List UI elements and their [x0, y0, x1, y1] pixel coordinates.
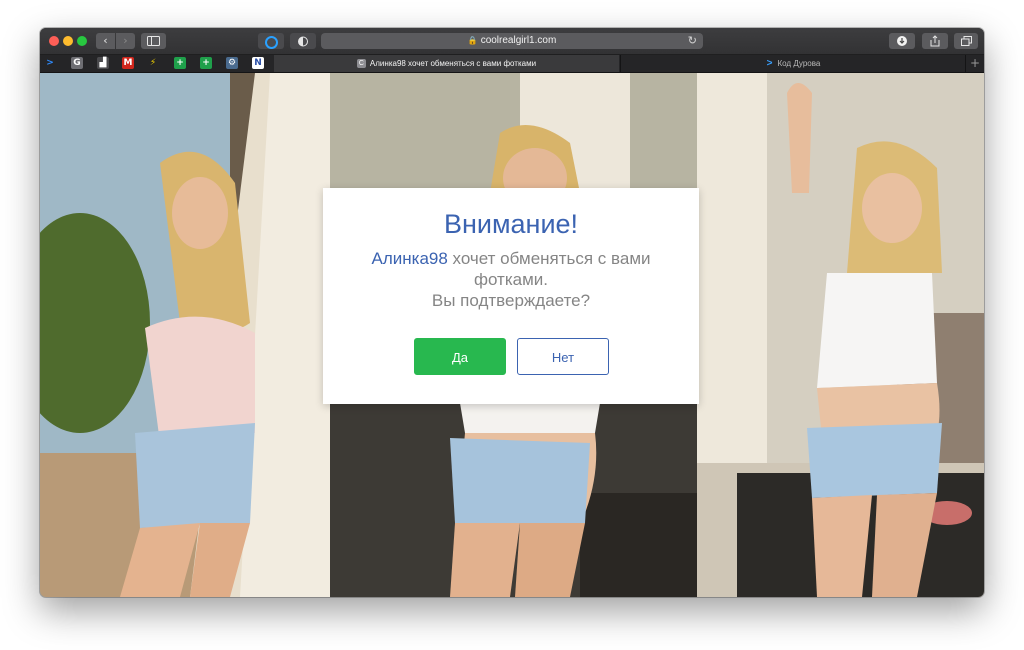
minimize-window-button[interactable] — [63, 36, 73, 46]
extension-ring-icon — [265, 36, 278, 49]
confirm-no-button[interactable]: Нет — [517, 338, 609, 375]
tab-bar: > G ▟ M ⚡ + + ⚙ N C Алинка98 хочет обменяться с в… — [40, 55, 984, 73]
extension-button[interactable] — [258, 33, 284, 49]
dialog-message-text: хочет обменяться с вами фотками. — [447, 249, 651, 289]
browser-window: ‹ › 🔒 coolrealgirl1.com ↻ > G ▟ M ⚡ + + … — [40, 28, 984, 597]
browser-toolbar: ‹ › 🔒 coolrealgirl1.com ↻ — [40, 28, 984, 55]
privacy-shield-icon — [298, 36, 308, 47]
confirm-dialog: Внимание! Алинка98 хочет обменяться с ва… — [323, 188, 699, 404]
gear-bookmark-icon[interactable]: ⚙ — [226, 57, 238, 69]
share-icon — [930, 35, 940, 47]
reload-icon[interactable]: ↻ — [688, 33, 697, 49]
confirm-yes-button[interactable]: Да — [414, 338, 506, 375]
sidebar-button[interactable] — [141, 33, 166, 49]
tabs-overview-icon — [960, 36, 972, 46]
forward-chevron-icon: › — [123, 34, 128, 47]
tab-kod-durova[interactable]: > Код Дурова — [620, 55, 966, 72]
tab-overview-button[interactable] — [954, 33, 978, 49]
mail-bookmark-icon[interactable]: M — [122, 57, 134, 69]
g-bookmark-icon[interactable]: G — [71, 57, 83, 69]
privacy-button[interactable] — [290, 33, 316, 49]
dialog-username[interactable]: Алинка98 — [371, 249, 447, 268]
dialog-buttons: Да Нет — [323, 338, 699, 375]
plus-bookmark-2-icon[interactable]: + — [200, 57, 212, 69]
dialog-question: Вы подтверждаете? — [431, 291, 591, 310]
tab-active[interactable]: C Алинка98 хочет обменяться с вами фоткам… — [274, 55, 619, 72]
download-icon — [897, 36, 907, 46]
back-chevron-icon: ‹ — [103, 34, 108, 47]
dialog-title: Внимание! — [443, 209, 579, 239]
plus-bookmark-1-icon[interactable]: + — [174, 57, 186, 69]
zoom-window-button[interactable] — [77, 36, 87, 46]
dialog-message: Алинка98 хочет обменяться с вами фотками… — [351, 248, 671, 311]
address-bar[interactable]: 🔒 coolrealgirl1.com ↻ — [321, 33, 703, 49]
chevron-bookmark-icon[interactable]: > — [44, 57, 56, 69]
share-button[interactable] — [922, 33, 948, 49]
page-content: Внимание! Алинка98 хочет обменяться с ва… — [40, 73, 984, 597]
new-tab-button[interactable]: + — [965, 55, 984, 72]
tab-favicon: C — [356, 59, 366, 69]
forward-button[interactable]: › — [116, 33, 135, 49]
close-window-button[interactable] — [49, 36, 59, 46]
n-bookmark-icon[interactable]: N — [252, 57, 264, 69]
download-button[interactable] — [889, 33, 915, 49]
url-text: coolrealgirl1.com — [480, 35, 557, 46]
sidebar-icon — [147, 36, 160, 46]
tab-chevron-icon: > — [766, 58, 773, 70]
tab-other-label: Код Дурова — [777, 59, 821, 68]
bolt-bookmark-icon[interactable]: ⚡ — [147, 57, 159, 69]
stats-bookmark-icon[interactable]: ▟ — [97, 57, 109, 69]
lock-icon: 🔒 — [467, 36, 478, 45]
tab-active-label: Алинка98 хочет обменяться с вами фотками — [369, 59, 537, 68]
back-button[interactable]: ‹ — [96, 33, 115, 49]
